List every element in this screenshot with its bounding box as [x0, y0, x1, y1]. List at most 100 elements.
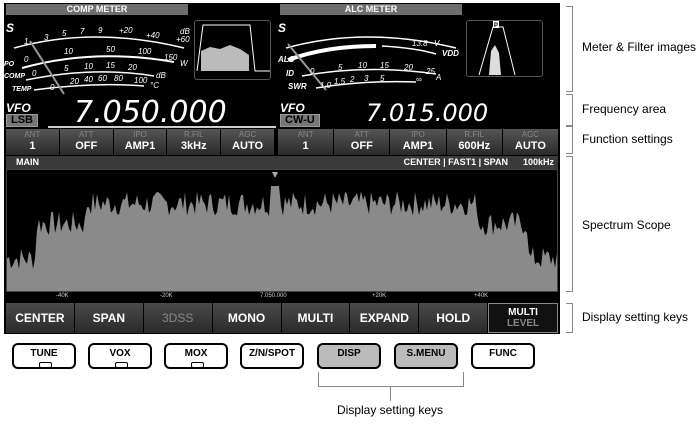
- scale-label: +40K: [474, 293, 489, 299]
- vfo-sub[interactable]: VFO CW-U 7.015.000: [278, 99, 558, 127]
- tick: 9: [98, 26, 103, 35]
- tick: 0: [24, 55, 29, 64]
- scope-header: MAIN CENTER | FAST1 | SPAN 100kHz: [6, 156, 558, 169]
- callout-display: Display setting keys: [582, 310, 689, 324]
- tick: 15: [106, 61, 115, 70]
- bracket: [566, 6, 573, 92]
- tick: 5: [338, 63, 343, 72]
- vfo-label: VFO: [6, 101, 31, 115]
- func-rfil[interactable]: R.FIL 3kHz: [167, 129, 221, 155]
- scale-label: +20K: [372, 293, 387, 299]
- tick: 50: [106, 45, 115, 54]
- alc-filter-image: P: [466, 20, 543, 77]
- tick: 5: [380, 74, 385, 83]
- alc-meter-title: ALC METER: [280, 4, 462, 15]
- tick: 100: [138, 47, 152, 56]
- vdd-label: VDD: [442, 49, 459, 58]
- mode-badge[interactable]: LSB: [6, 114, 38, 127]
- tick: +60: [176, 35, 190, 44]
- value: 600Hz: [458, 140, 491, 152]
- label: AGC: [238, 130, 257, 139]
- value: 1: [302, 140, 309, 152]
- tick: 150: [164, 53, 178, 62]
- tick: 80: [114, 74, 123, 83]
- value: 1: [29, 140, 36, 152]
- func-ant[interactable]: ANT 1: [6, 129, 59, 155]
- func-agc[interactable]: AGC AUTO: [221, 129, 274, 155]
- func-button[interactable]: FUNC: [471, 343, 535, 369]
- mode-badge[interactable]: CW-U: [280, 114, 320, 127]
- alc-meter: S ALC ID SWR 13.8 V VDD 0 5 10 15 20 25 …: [277, 21, 459, 91]
- key-multi-level[interactable]: MULTI LEVEL: [488, 303, 558, 333]
- sub-frequency[interactable]: 7.015.000: [366, 99, 488, 127]
- tick: 25: [425, 67, 435, 76]
- key-hold[interactable]: HOLD: [419, 303, 488, 333]
- tick: 10: [358, 61, 367, 70]
- tick: 100: [134, 76, 148, 85]
- callout-bottom: Display setting keys: [337, 403, 444, 417]
- comp-filter-image: [194, 20, 271, 80]
- tick: 60: [98, 74, 107, 83]
- func-att[interactable]: ATT OFF: [59, 129, 113, 155]
- bracket: [566, 156, 573, 292]
- zin-spot-button[interactable]: Z/N/SPOT: [240, 343, 304, 369]
- tick: 0: [32, 69, 37, 78]
- scope-span: 100kHz: [522, 157, 554, 167]
- s-label: S: [6, 21, 14, 35]
- spectrum-trace: [7, 186, 557, 291]
- led-indicator: [39, 362, 52, 368]
- spectrum-scope[interactable]: [6, 169, 558, 292]
- label: ATT: [354, 130, 370, 139]
- unit: W: [180, 59, 189, 68]
- p-marker: P: [494, 23, 498, 29]
- mox-button[interactable]: MOX: [164, 343, 228, 369]
- tick: 2: [349, 75, 355, 84]
- key-3dss[interactable]: 3DSS: [143, 303, 212, 333]
- tick: 20: [403, 63, 413, 72]
- func-ipo[interactable]: IPO AMP1: [390, 129, 446, 155]
- unit: A: [435, 73, 441, 82]
- key-multi[interactable]: MULTI: [281, 303, 350, 333]
- scope-status: CENTER | FAST1 | SPAN: [403, 157, 508, 167]
- disp-button[interactable]: DISP: [317, 343, 381, 369]
- tick: 3: [44, 33, 49, 42]
- key-span[interactable]: SPAN: [74, 303, 143, 333]
- func-rfil[interactable]: R.FIL 600Hz: [446, 129, 502, 155]
- key-center[interactable]: CENTER: [6, 303, 74, 333]
- label-bottom: LEVEL: [506, 318, 540, 329]
- tick: 5: [64, 64, 69, 73]
- label: MOX: [184, 348, 208, 359]
- tick: 0: [310, 67, 315, 76]
- key-mono[interactable]: MONO: [212, 303, 281, 333]
- callout-freq: Frequency area: [582, 102, 667, 116]
- radio-display: COMP METER ALC METER S PO COMP TEMP 1 3 …: [4, 3, 560, 334]
- tick: 3: [364, 74, 369, 83]
- vfo-main[interactable]: VFO LSB 7.050.000: [4, 95, 276, 130]
- key-expand[interactable]: EXPAND: [350, 303, 419, 333]
- bracket: [566, 94, 573, 126]
- center-marker-icon: [272, 172, 278, 178]
- tick: +40: [146, 31, 160, 40]
- s-menu-button[interactable]: S.MENU: [394, 343, 458, 369]
- func-att[interactable]: ATT OFF: [334, 129, 390, 155]
- func-ipo[interactable]: IPO AMP1: [113, 129, 167, 155]
- function-settings-main: ANT 1 ATT OFF IPO AMP1 R.FIL 3kHz AGC AUTO: [6, 129, 274, 155]
- tick: 10: [84, 62, 93, 71]
- comp-meter-title: COMP METER: [6, 4, 188, 15]
- label: AGC: [521, 130, 540, 139]
- bracket: [566, 126, 573, 154]
- func-agc[interactable]: AGC AUTO: [502, 129, 559, 155]
- tick: 5: [62, 29, 67, 38]
- tick: 20: [127, 63, 137, 72]
- callout-scope: Spectrum Scope: [582, 218, 671, 232]
- value: AUTO: [232, 140, 264, 152]
- callout-meter: Meter & Filter images: [582, 40, 697, 54]
- id-label: ID: [286, 69, 294, 78]
- func-ant[interactable]: ANT 1: [278, 129, 334, 155]
- display-setting-keys: CENTER SPAN 3DSS MONO MULTI EXPAND HOLD …: [6, 303, 558, 333]
- vox-button[interactable]: VOX: [88, 343, 152, 369]
- main-frequency[interactable]: 7.050.000: [74, 95, 227, 130]
- tune-button[interactable]: TUNE: [12, 343, 76, 369]
- comp-meter: S PO COMP TEMP 1 3 5 7 9 +20 +40 +60 dB …: [4, 21, 190, 95]
- comp-label: COMP: [4, 73, 25, 80]
